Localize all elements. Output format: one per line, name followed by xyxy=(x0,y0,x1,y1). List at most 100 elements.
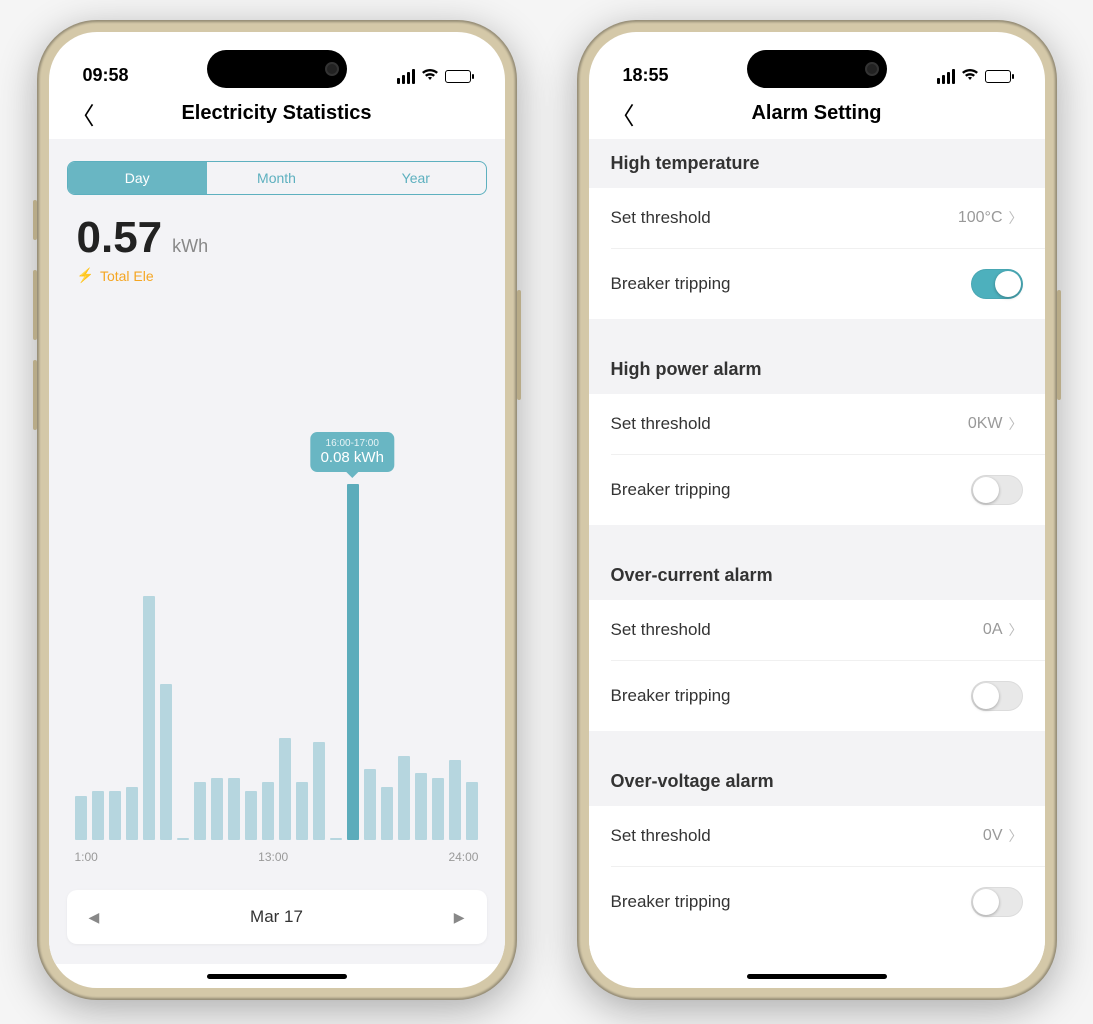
chart-bar[interactable] xyxy=(92,791,105,840)
chart-bar[interactable] xyxy=(466,782,479,840)
chart-bar[interactable] xyxy=(75,796,88,840)
prev-day-button[interactable]: ◀ xyxy=(89,909,100,926)
back-button[interactable]: 〈 xyxy=(611,96,635,131)
chart-bar[interactable] xyxy=(296,782,309,840)
cellular-icon xyxy=(397,69,415,84)
total-unit: kWh xyxy=(172,236,208,257)
status-icons xyxy=(397,67,471,86)
legend-total: ⚡ Total Ele xyxy=(67,263,487,284)
section-header: Over-voltage alarm xyxy=(589,757,1045,806)
chart-bar[interactable] xyxy=(449,760,462,840)
battery-icon xyxy=(445,70,471,83)
screen-right: 18:55 〈 Alarm Setting High temperatureSe… xyxy=(589,32,1045,988)
chart-bar[interactable] xyxy=(415,773,428,840)
chart-bar[interactable] xyxy=(194,782,207,840)
chart[interactable]: 16:00-17:00 0.08 kWh 1:00 13:00 24:00 xyxy=(67,304,487,868)
set-threshold-row[interactable]: Set threshold100°C〉 xyxy=(589,188,1045,248)
set-threshold-row[interactable]: Set threshold 0A 〉 xyxy=(589,600,1045,660)
row-label: Breaker tripping xyxy=(611,480,731,500)
breaker-toggle[interactable] xyxy=(971,475,1023,505)
threshold-value: 0A xyxy=(983,621,1003,639)
section-header: High temperature xyxy=(589,139,1045,188)
date-navigator: ◀ Mar 17 ▶ xyxy=(67,890,487,944)
breaker-tripping-row: Breaker tripping xyxy=(589,249,1045,319)
threshold-value: 0V xyxy=(983,827,1003,845)
chart-bar[interactable] xyxy=(228,778,241,840)
chart-bar[interactable] xyxy=(398,756,411,840)
chevron-right-icon: 〉 xyxy=(1009,826,1023,846)
row-label: Set threshold xyxy=(611,414,711,434)
chart-bar[interactable] xyxy=(126,787,139,840)
nav-header: 〈 Electricity Statistics xyxy=(49,88,505,139)
segment-day[interactable]: Day xyxy=(68,162,207,194)
wifi-icon xyxy=(421,67,439,86)
nav-header: 〈 Alarm Setting xyxy=(589,88,1045,139)
phone-frame-left: 09:58 〈 Electricity Statistics Day Month… xyxy=(37,20,517,1000)
row-label: Breaker tripping xyxy=(611,686,731,706)
total-row: 0.57 kWh xyxy=(67,213,487,263)
chart-bar[interactable] xyxy=(109,791,122,840)
chart-bar[interactable] xyxy=(330,838,343,840)
chevron-right-icon: 〉 xyxy=(1009,620,1023,640)
cellular-icon xyxy=(937,69,955,84)
threshold-value: 0KW xyxy=(968,415,1003,433)
chart-bar[interactable] xyxy=(245,791,258,840)
breaker-tripping-row: Breaker tripping xyxy=(589,867,1045,937)
xaxis-tick: 1:00 xyxy=(75,850,98,864)
chart-bars[interactable] xyxy=(75,440,479,840)
dynamic-island xyxy=(747,50,887,88)
breaker-toggle[interactable] xyxy=(971,269,1023,299)
status-time: 09:58 xyxy=(83,65,129,86)
breaker-tripping-row: Breaker tripping xyxy=(589,661,1045,731)
segment-year[interactable]: Year xyxy=(346,162,485,194)
chevron-right-icon: 〉 xyxy=(1009,414,1023,434)
next-day-button[interactable]: ▶ xyxy=(454,909,465,926)
home-indicator[interactable] xyxy=(589,964,1045,988)
page-title: Electricity Statistics xyxy=(69,102,485,125)
chart-bar[interactable] xyxy=(347,484,360,840)
dynamic-island xyxy=(207,50,347,88)
row-label: Breaker tripping xyxy=(611,892,731,912)
alarm-settings-list[interactable]: High temperatureSet threshold100°C〉 Break… xyxy=(589,139,1045,964)
chart-bar[interactable] xyxy=(279,738,292,840)
screen-left: 09:58 〈 Electricity Statistics Day Month… xyxy=(49,32,505,988)
xaxis-tick: 13:00 xyxy=(258,850,288,864)
status-icons xyxy=(937,67,1011,86)
section-header: Over-current alarm xyxy=(589,551,1045,600)
breaker-tripping-row: Breaker tripping xyxy=(589,455,1045,525)
set-threshold-row[interactable]: Set threshold 0KW 〉 xyxy=(589,394,1045,454)
wifi-icon xyxy=(961,67,979,86)
chevron-right-icon: 〉 xyxy=(1009,208,1023,228)
battery-icon xyxy=(985,70,1011,83)
chart-bar[interactable] xyxy=(432,778,445,840)
set-threshold-row[interactable]: Set threshold 0V 〉 xyxy=(589,806,1045,866)
chart-bar[interactable] xyxy=(262,782,275,840)
legend-label: Total Ele xyxy=(100,268,154,284)
phone-frame-right: 18:55 〈 Alarm Setting High temperatureSe… xyxy=(577,20,1057,1000)
chart-bar[interactable] xyxy=(381,787,394,840)
home-indicator[interactable] xyxy=(49,964,505,988)
xaxis-tick: 24:00 xyxy=(448,850,478,864)
row-label: Set threshold xyxy=(611,208,711,228)
row-label: Set threshold xyxy=(611,620,711,640)
breaker-toggle[interactable] xyxy=(971,681,1023,711)
segment-month[interactable]: Month xyxy=(207,162,346,194)
status-time: 18:55 xyxy=(623,65,669,86)
bolt-icon: ⚡ xyxy=(77,267,94,284)
chart-bar[interactable] xyxy=(177,838,190,840)
stats-content: Day Month Year 0.57 kWh ⚡ Total Ele 16:0… xyxy=(49,139,505,964)
chart-bar[interactable] xyxy=(313,742,326,840)
chart-xaxis: 1:00 13:00 24:00 xyxy=(75,850,479,864)
date-label: Mar 17 xyxy=(250,907,303,927)
section-header: High power alarm xyxy=(589,345,1045,394)
chart-bar[interactable] xyxy=(160,684,173,840)
breaker-toggle[interactable] xyxy=(971,887,1023,917)
row-label: Breaker tripping xyxy=(611,274,731,294)
chart-bar[interactable] xyxy=(143,596,156,840)
period-segment: Day Month Year xyxy=(67,161,487,195)
total-value: 0.57 xyxy=(77,213,163,263)
row-label: Set threshold xyxy=(611,826,711,846)
chart-bar[interactable] xyxy=(211,778,224,840)
back-button[interactable]: 〈 xyxy=(71,96,95,131)
chart-bar[interactable] xyxy=(364,769,377,840)
